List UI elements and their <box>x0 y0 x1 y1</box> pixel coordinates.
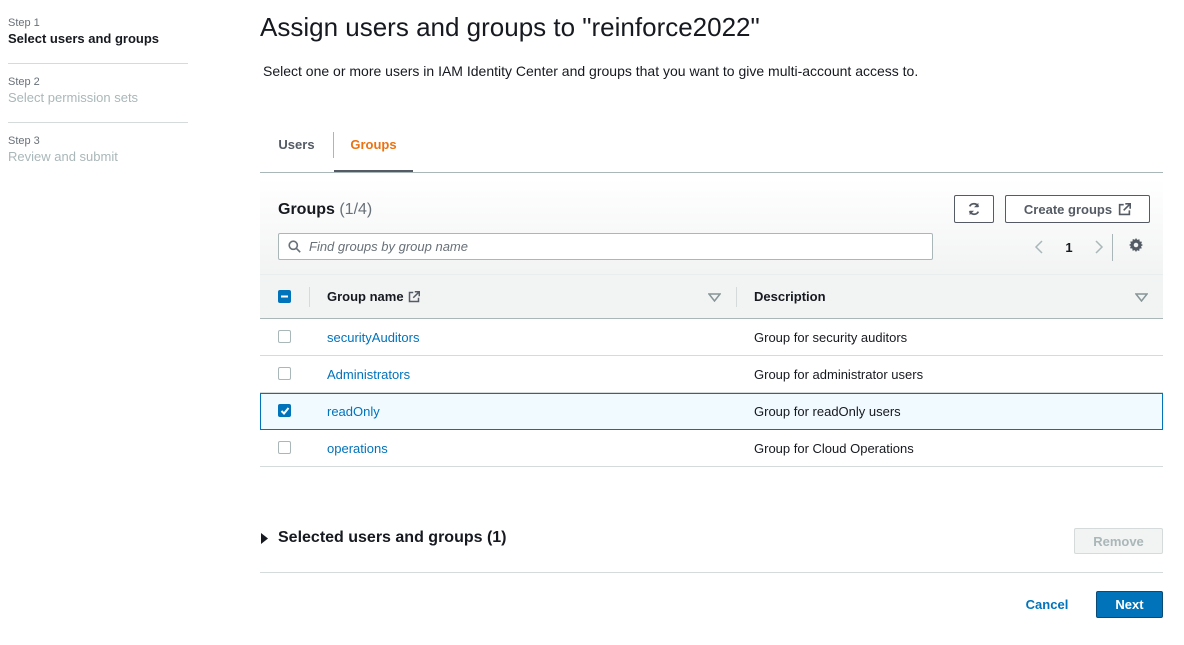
group-description: Group for Cloud Operations <box>754 441 914 456</box>
check-icon <box>280 406 289 415</box>
caret-right-icon <box>261 532 268 544</box>
row-checkbox[interactable] <box>278 330 291 348</box>
gear-icon[interactable] <box>1129 238 1143 252</box>
search-field <box>278 233 933 260</box>
search-input[interactable] <box>309 234 919 259</box>
table-count: (1/4) <box>339 201 373 218</box>
step-number: Step 3 <box>8 135 40 147</box>
sort-icon[interactable] <box>708 293 721 302</box>
group-description: Group for readOnly users <box>754 404 901 419</box>
refresh-button[interactable] <box>954 195 994 223</box>
tab-bar: Users Groups <box>260 128 1163 173</box>
group-name-link[interactable]: securityAuditors <box>327 330 419 345</box>
page-description: Select one or more users in IAM Identity… <box>263 63 919 79</box>
table-row[interactable]: Administrators Group for administrator u… <box>260 356 1163 393</box>
selected-section-title: Selected users and groups (1) <box>278 529 507 546</box>
wizard-steps: Step 1 Select users and groups Step 2 Se… <box>8 14 188 190</box>
chevron-right-icon[interactable] <box>1094 240 1104 254</box>
chevron-left-icon[interactable] <box>1034 240 1044 254</box>
table-header: Groups (1/4) Create groups Find groups b… <box>260 179 1163 274</box>
tab-groups[interactable]: Groups <box>334 128 413 172</box>
row-checkbox[interactable] <box>278 404 291 417</box>
indeterminate-icon <box>281 295 288 298</box>
next-button[interactable]: Next <box>1096 591 1163 618</box>
step-1: Step 1 Select users and groups <box>8 14 188 64</box>
group-name-link[interactable]: Administrators <box>327 367 410 382</box>
table-row[interactable]: operations Group for Cloud Operations <box>260 430 1163 467</box>
pagination: 1 <box>1034 237 1104 257</box>
column-header-label: Group name <box>327 289 404 304</box>
group-name-link[interactable]: readOnly <box>327 404 380 419</box>
page-number[interactable]: 1 <box>1065 240 1072 255</box>
step-3: Step 3 Review and submit <box>8 132 188 181</box>
step-label: Select users and groups <box>8 31 159 46</box>
column-divider <box>736 287 737 307</box>
tab-users[interactable]: Users <box>260 128 333 172</box>
selected-users-groups-section: Selected users and groups (1) Remove <box>260 527 1163 573</box>
external-link-icon <box>408 290 420 302</box>
column-header-description[interactable]: Description <box>754 289 826 304</box>
step-label: Review and submit <box>8 149 118 164</box>
row-checkbox[interactable] <box>278 441 291 459</box>
group-description: Group for security auditors <box>754 330 908 345</box>
table-title: Groups (1/4) <box>278 201 372 219</box>
step-number: Step 2 <box>8 76 40 88</box>
step-label: Select permission sets <box>8 90 139 105</box>
create-groups-label: Create groups <box>1023 201 1113 217</box>
selected-section-toggle[interactable]: Selected users and groups (1) <box>260 529 507 547</box>
cancel-button[interactable]: Cancel <box>1012 590 1082 618</box>
table-title-text: Groups <box>278 201 335 218</box>
sort-icon[interactable] <box>1135 293 1148 302</box>
column-headers: Group name Description <box>260 274 1163 319</box>
table-row[interactable]: readOnly Group for readOnly users <box>260 393 1163 430</box>
search-icon <box>288 240 301 253</box>
page-title: Assign users and groups to "reinforce202… <box>260 12 760 42</box>
column-divider <box>309 287 310 307</box>
refresh-icon <box>968 202 980 216</box>
table-row[interactable]: securityAuditors Group for security audi… <box>260 319 1163 356</box>
group-description: Group for administrator users <box>754 367 924 382</box>
create-groups-button[interactable]: Create groups <box>1005 195 1150 223</box>
step-number: Step 1 <box>8 17 40 29</box>
step-2: Step 2 Select permission sets <box>8 73 188 123</box>
remove-button[interactable]: Remove <box>1074 528 1163 554</box>
groups-table: Groups (1/4) Create groups Find groups b… <box>260 179 1163 467</box>
column-header-group-name[interactable]: Group name <box>327 289 420 304</box>
select-all-checkbox[interactable] <box>278 290 291 303</box>
group-name-link[interactable]: operations <box>327 441 388 456</box>
external-link-icon <box>1118 202 1132 215</box>
row-checkbox[interactable] <box>278 367 291 385</box>
pager-divider <box>1112 234 1113 261</box>
